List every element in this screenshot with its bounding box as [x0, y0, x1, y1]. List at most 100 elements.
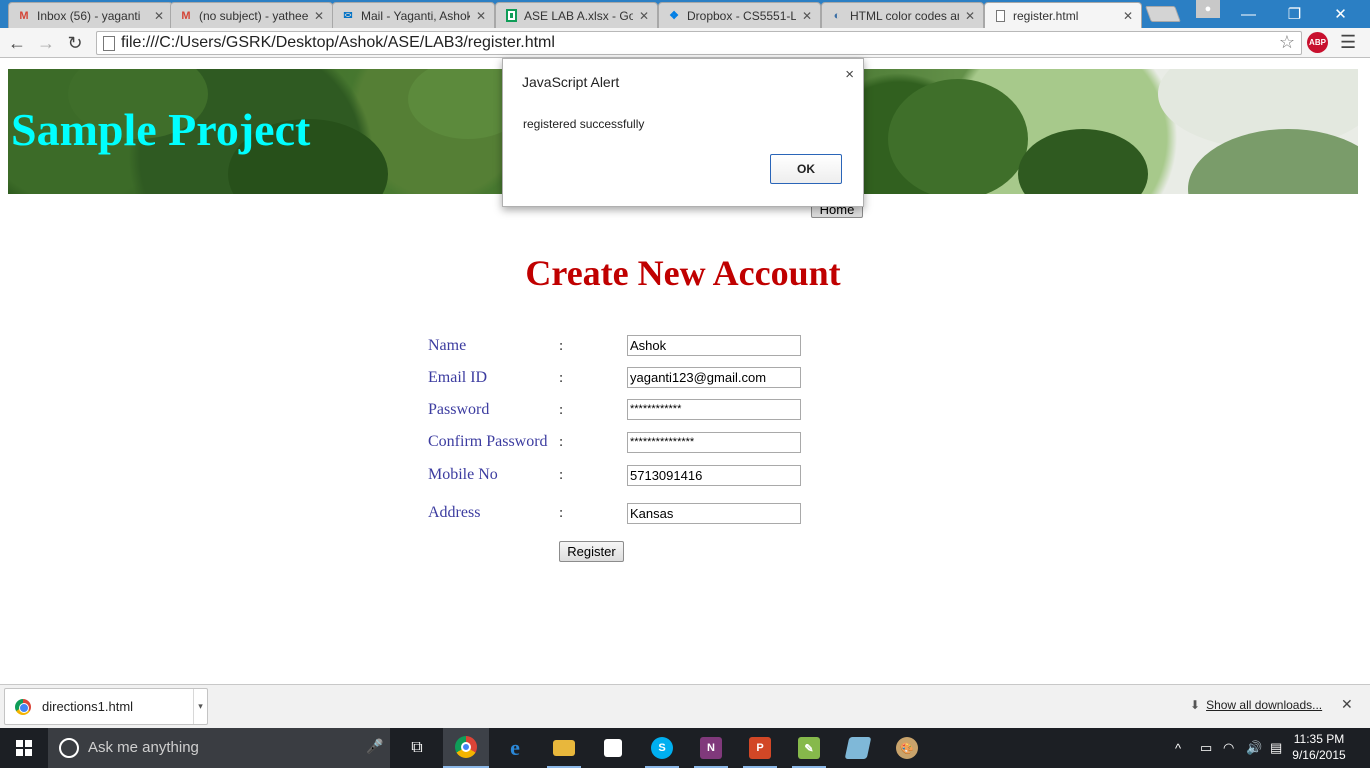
tab-dropbox[interactable]: ❖ Dropbox - CS5551-L ✕: [658, 2, 821, 28]
page-title: Create New Account: [525, 253, 841, 293]
separator: :: [559, 338, 564, 354]
reload-icon[interactable]: ↻: [64, 32, 86, 54]
tab-inbox[interactable]: M Inbox (56) - yaganti ✕: [8, 2, 173, 28]
close-icon[interactable]: ✕: [963, 9, 977, 23]
bookmark-star-icon[interactable]: ☆: [1279, 32, 1295, 53]
close-icon[interactable]: ✕: [1341, 696, 1353, 713]
colorcodes-icon: ◐: [833, 9, 841, 22]
forward-icon[interactable]: →: [35, 32, 57, 54]
tab-sheets[interactable]: ASE LAB A.xlsx - Goo ✕: [495, 2, 658, 28]
name-label: Name: [428, 337, 467, 354]
tab-no-subject[interactable]: M (no subject) - yathee ✕: [170, 2, 333, 28]
browser-toolbar: ← → ↻ file:///C:/Users/GSRK/Desktop/Asho…: [0, 28, 1370, 58]
task-view-icon[interactable]: ⧉: [394, 728, 440, 768]
separator: :: [559, 505, 564, 521]
minimize-icon[interactable]: —: [1226, 0, 1271, 28]
menu-icon[interactable]: ☰: [1340, 32, 1356, 53]
cortana-icon: [59, 738, 79, 758]
clock-date: 9/16/2015: [1292, 748, 1346, 762]
microphone-icon[interactable]: 🎤: [366, 738, 383, 755]
chrome-icon: [15, 699, 31, 715]
new-tab-button[interactable]: [1145, 6, 1181, 22]
volume-icon[interactable]: 🔊: [1246, 728, 1262, 768]
powerpoint-icon[interactable]: P: [737, 728, 783, 768]
url-text: file:///C:/Users/GSRK/Desktop/Ashok/ASE/…: [121, 34, 555, 51]
dropbox-icon: ❖: [669, 10, 679, 22]
tab-register[interactable]: register.html ✕: [984, 2, 1142, 28]
onenote-icon[interactable]: N: [688, 728, 734, 768]
mobile-label: Mobile No: [428, 466, 498, 483]
chevron-down-icon[interactable]: ▾: [193, 689, 207, 724]
tab-title: (no subject) - yathee: [199, 8, 308, 23]
close-icon[interactable]: ✕: [312, 9, 326, 23]
email-label: Email ID: [428, 369, 488, 386]
cortana-search-box[interactable]: Ask me anything 🎤: [48, 728, 390, 768]
profile-icon[interactable]: ●: [1196, 0, 1220, 18]
back-icon[interactable]: ←: [6, 32, 28, 54]
separator: :: [559, 467, 564, 483]
taskbar-clock[interactable]: 11:35 PM 9/16/2015: [1288, 731, 1350, 763]
tab-title: Inbox (56) - yaganti: [37, 8, 141, 23]
download-icon: ⬇: [1190, 698, 1201, 712]
store-icon[interactable]: [590, 728, 636, 768]
taskbar: Ask me anything 🎤 ⧉ e S N P ✎ 🎨 ^ ▭ ◠ 🔊 …: [0, 728, 1370, 768]
paint-icon[interactable]: 🎨: [884, 728, 930, 768]
close-icon[interactable]: ✕: [637, 9, 651, 23]
tab-html-colors[interactable]: ◐ HTML color codes an ✕: [821, 2, 984, 28]
battery-icon[interactable]: ▭: [1200, 728, 1212, 768]
javascript-alert-dialog: JavaScript Alert × registered successful…: [502, 58, 864, 207]
separator: :: [559, 434, 564, 450]
close-window-icon[interactable]: ✕: [1318, 0, 1363, 28]
close-icon[interactable]: ✕: [474, 9, 488, 23]
notepad-plus-icon[interactable]: ✎: [786, 728, 832, 768]
skype-icon[interactable]: S: [639, 728, 685, 768]
gmail-icon: M: [181, 9, 191, 22]
tab-mail[interactable]: ✉ Mail - Yaganti, Ashok ✕: [332, 2, 495, 28]
adblock-plus-icon[interactable]: ABP: [1307, 32, 1328, 53]
separator: :: [559, 402, 564, 418]
address-bar[interactable]: file:///C:/Users/GSRK/Desktop/Ashok/ASE/…: [96, 31, 1302, 55]
alert-message: registered successfully: [523, 117, 645, 131]
close-icon[interactable]: ✕: [800, 9, 814, 23]
close-icon[interactable]: ✕: [1121, 9, 1135, 23]
alert-title: JavaScript Alert: [522, 74, 620, 90]
page-icon: [103, 36, 115, 51]
tab-title: Mail - Yaganti, Ashok: [361, 8, 470, 23]
start-button[interactable]: [0, 728, 48, 768]
email-field[interactable]: yaganti123@gmail.com: [627, 367, 801, 388]
edge-icon[interactable]: e: [492, 728, 538, 768]
clock-time: 11:35 PM: [1293, 732, 1345, 746]
search-placeholder: Ask me anything: [88, 739, 199, 756]
tab-strip: M Inbox (56) - yaganti ✕ M (no subject) …: [0, 0, 1370, 28]
mail-icon: ✉: [343, 10, 353, 22]
download-filename: directions1.html: [42, 699, 134, 714]
chrome-taskbar-icon[interactable]: [443, 728, 489, 768]
ok-button[interactable]: OK: [770, 154, 842, 184]
file-explorer-icon[interactable]: [541, 728, 587, 768]
gmail-icon: M: [19, 9, 29, 22]
download-item[interactable]: directions1.html ▾: [4, 688, 208, 725]
mobile-field[interactable]: 5713091416: [627, 465, 801, 486]
close-icon[interactable]: ✕: [152, 9, 166, 23]
close-icon[interactable]: ×: [845, 66, 854, 83]
banner-title: Sample Project: [11, 104, 311, 155]
wifi-icon[interactable]: ◠: [1223, 728, 1234, 768]
password-field[interactable]: ************: [627, 399, 801, 420]
address-label: Address: [428, 504, 481, 521]
download-shelf: directions1.html ▾ ⬇ Show all downloads..…: [0, 684, 1370, 728]
register-button[interactable]: Register: [559, 541, 624, 562]
tab-title: HTML color codes an: [850, 8, 959, 23]
show-hidden-icons[interactable]: ^: [1175, 728, 1181, 768]
confirm-password-field[interactable]: ***************: [627, 432, 801, 453]
page-icon: [993, 9, 1007, 23]
name-field[interactable]: Ashok: [627, 335, 801, 356]
restore-icon[interactable]: ❐: [1272, 0, 1317, 28]
confirm-password-label: Confirm Password: [428, 433, 548, 450]
address-field[interactable]: Kansas: [627, 503, 801, 524]
show-all-downloads-link[interactable]: ⬇ Show all downloads...: [1190, 698, 1322, 712]
tab-title: Dropbox - CS5551-L: [687, 8, 796, 23]
tab-title: register.html: [1013, 8, 1079, 23]
action-center-icon[interactable]: ▤: [1270, 728, 1282, 768]
notepad-icon[interactable]: [835, 728, 881, 768]
password-label: Password: [428, 401, 490, 418]
